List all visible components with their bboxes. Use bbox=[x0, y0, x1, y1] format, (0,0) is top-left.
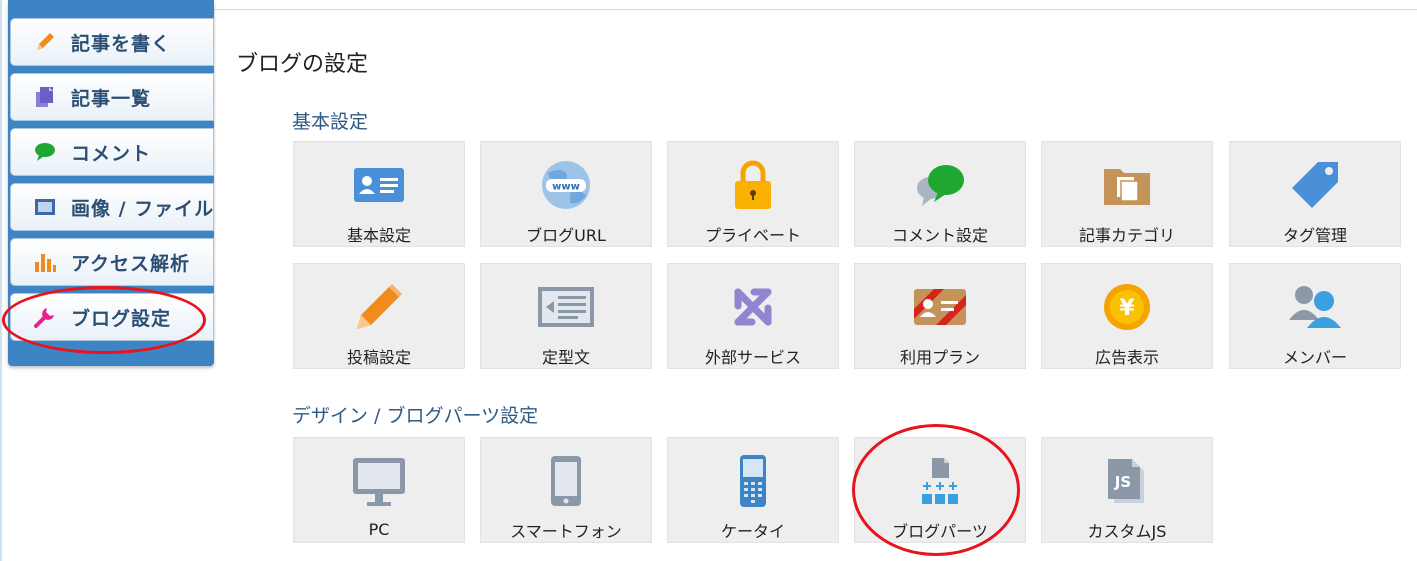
svg-text:JS: JS bbox=[1114, 473, 1131, 491]
tile-basic-settings[interactable]: 基本設定 bbox=[293, 141, 465, 247]
tile-external-services[interactable]: 外部サービス bbox=[667, 263, 839, 369]
tile-label: 利用プラン bbox=[899, 348, 980, 367]
tile-label: メンバー bbox=[1282, 348, 1347, 367]
sidebar-item-label: 画像 / ファイル bbox=[71, 197, 215, 220]
tile-smartphone[interactable]: スマートフォン bbox=[480, 437, 652, 543]
header-bar bbox=[214, 0, 1417, 10]
tile-label: プライベート bbox=[704, 226, 801, 245]
tile-custom-js[interactable]: JS カスタムJS bbox=[1041, 437, 1213, 543]
folder-icon bbox=[1097, 156, 1157, 214]
feature-phone-icon bbox=[723, 452, 783, 510]
tile-label: スマートフォン bbox=[510, 522, 622, 541]
svg-text:www: www bbox=[552, 182, 580, 193]
sidebar-item-label: 記事を書く bbox=[71, 32, 172, 55]
globe-www-icon: www bbox=[536, 156, 596, 214]
pencil-icon bbox=[33, 30, 57, 54]
sidebar-item-write-post[interactable]: 記事を書く bbox=[10, 18, 214, 66]
tile-blog-parts[interactable]: ブログパーツ bbox=[854, 437, 1026, 543]
tile-label: ブログURL bbox=[526, 226, 606, 245]
tile-tag-management[interactable]: タグ管理 bbox=[1229, 141, 1401, 247]
sidebar-item-images-files[interactable]: 画像 / ファイル bbox=[10, 183, 214, 231]
tile-ad-display[interactable]: ¥ 広告表示 bbox=[1041, 263, 1213, 369]
tile-usage-plan[interactable]: 利用プラン bbox=[854, 263, 1026, 369]
monitor-icon bbox=[349, 452, 409, 512]
tile-post-categories[interactable]: 記事カテゴリ bbox=[1041, 141, 1213, 247]
yen-coin-icon: ¥ bbox=[1097, 278, 1157, 336]
tile-label: ブログパーツ bbox=[892, 522, 988, 541]
tile-label: ケータイ bbox=[720, 522, 785, 541]
sidebar-item-label: コメント bbox=[71, 142, 152, 165]
left-gutter bbox=[0, 0, 2, 561]
js-file-icon: JS bbox=[1097, 452, 1157, 510]
members-icon bbox=[1285, 278, 1345, 336]
image-icon bbox=[33, 195, 57, 219]
sidebar-item-label: アクセス解析 bbox=[71, 252, 191, 275]
tile-template-text[interactable]: 定型文 bbox=[480, 263, 652, 369]
tile-posting-settings[interactable]: 投稿設定 bbox=[293, 263, 465, 369]
tile-label: 広告表示 bbox=[1094, 348, 1159, 367]
tile-pc[interactable]: PC bbox=[293, 437, 465, 543]
blog-parts-icon bbox=[910, 452, 970, 510]
speech-bubble-icon bbox=[33, 140, 57, 164]
comment-bubbles-icon bbox=[910, 156, 970, 214]
tile-label: 基本設定 bbox=[346, 226, 411, 245]
section-title-design: デザイン / ブログパーツ設定 bbox=[292, 405, 539, 427]
tile-feature-phone[interactable]: ケータイ bbox=[667, 437, 839, 543]
sidebar-item-label: 記事一覧 bbox=[71, 87, 152, 110]
tile-members[interactable]: メンバー bbox=[1229, 263, 1401, 369]
template-text-icon bbox=[536, 278, 596, 336]
smartphone-icon bbox=[536, 452, 596, 510]
padlock-icon bbox=[723, 156, 783, 214]
tile-label: 定型文 bbox=[541, 348, 590, 367]
tile-blog-url[interactable]: www ブログURL bbox=[480, 141, 652, 247]
tile-label: 外部サービス bbox=[704, 348, 801, 367]
pencil-icon bbox=[349, 278, 409, 336]
bar-chart-icon bbox=[33, 250, 57, 274]
sidebar-item-analytics[interactable]: アクセス解析 bbox=[10, 238, 214, 286]
tile-label: PC bbox=[368, 520, 390, 539]
tile-label: コメント設定 bbox=[891, 226, 988, 245]
id-card-icon bbox=[349, 156, 409, 214]
sidebar-item-comments[interactable]: コメント bbox=[10, 128, 214, 176]
sidebar-item-blog-settings[interactable]: ブログ設定 bbox=[10, 293, 214, 341]
wrench-icon bbox=[33, 305, 57, 329]
tile-label: 記事カテゴリ bbox=[1078, 226, 1175, 245]
tag-icon bbox=[1285, 156, 1345, 214]
external-service-icon bbox=[723, 278, 783, 336]
sidebar: 記事を書く 記事一覧 コメント 画像 / ファイル アクセス解析 ブログ設定 bbox=[8, 0, 214, 366]
page-title: ブログの設定 bbox=[236, 52, 369, 77]
svg-text:¥: ¥ bbox=[1119, 296, 1135, 321]
sidebar-item-post-list[interactable]: 記事一覧 bbox=[10, 73, 214, 121]
tile-label: 投稿設定 bbox=[346, 348, 411, 367]
tile-private[interactable]: プライベート bbox=[667, 141, 839, 247]
plan-card-icon bbox=[910, 278, 970, 336]
sidebar-item-label: ブログ設定 bbox=[71, 307, 172, 330]
tile-label: カスタムJS bbox=[1087, 522, 1167, 541]
document-icon bbox=[33, 85, 57, 109]
tile-comment-settings[interactable]: コメント設定 bbox=[854, 141, 1026, 247]
tile-label: タグ管理 bbox=[1282, 226, 1347, 245]
section-title-basic: 基本設定 bbox=[292, 111, 369, 133]
